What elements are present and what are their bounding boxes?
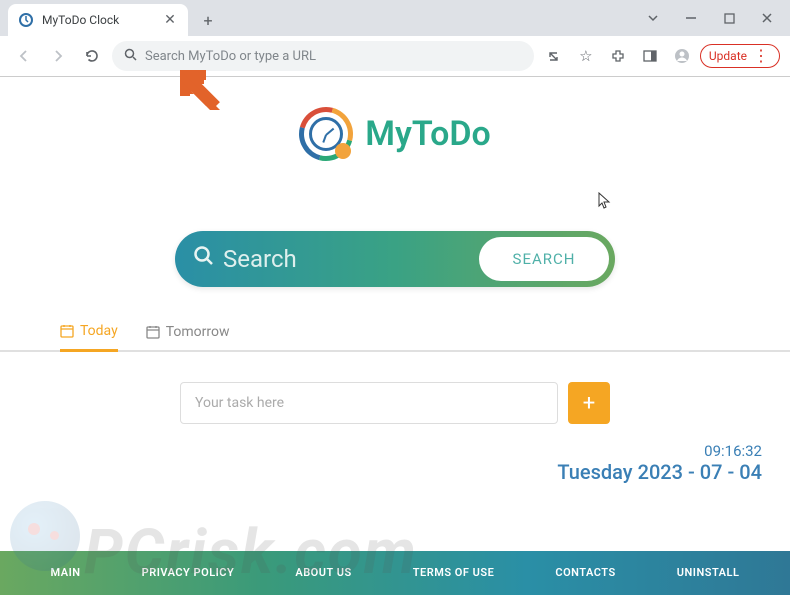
current-date: Tuesday 2023 - 07 - 04 <box>0 460 762 484</box>
maximize-icon[interactable] <box>714 6 744 30</box>
task-input[interactable] <box>180 382 558 424</box>
extensions-icon[interactable] <box>604 42 632 70</box>
sidepanel-icon[interactable] <box>636 42 664 70</box>
search-icon <box>124 48 137 65</box>
address-placeholder: Search MyToDo or type a URL <box>145 49 316 64</box>
browser-chrome: MyToDo Clock ✕ + Search MyToDo or type a… <box>0 0 790 77</box>
back-button[interactable] <box>10 42 38 70</box>
minimize-icon[interactable] <box>676 6 706 30</box>
share-icon[interactable] <box>540 42 568 70</box>
mouse-cursor-icon <box>598 192 612 214</box>
update-label: Update <box>709 49 747 63</box>
footer-privacy[interactable]: PRIVACY POLICY <box>142 566 235 579</box>
toolbar-right: ☆ Update ⋮ <box>540 42 780 70</box>
reload-button[interactable] <box>78 42 106 70</box>
address-bar[interactable]: Search MyToDo or type a URL <box>112 41 534 71</box>
window-controls <box>638 0 782 36</box>
tab-tomorrow[interactable]: Tomorrow <box>146 323 230 350</box>
bookmark-star-icon[interactable]: ☆ <box>572 42 600 70</box>
tab-title: MyToDo Clock <box>42 13 119 27</box>
search-input[interactable] <box>223 245 423 273</box>
tab-favicon <box>18 12 34 28</box>
current-time: 09:16:32 <box>0 442 762 460</box>
search-button[interactable]: SEARCH <box>479 237 609 281</box>
tab-today[interactable]: Today <box>60 323 118 352</box>
tab-close-icon[interactable]: ✕ <box>162 12 178 28</box>
browser-tab[interactable]: MyToDo Clock ✕ <box>8 4 188 36</box>
add-task-button[interactable]: + <box>568 382 610 424</box>
profile-icon[interactable] <box>668 42 696 70</box>
menu-dots-icon: ⋮ <box>753 48 769 64</box>
footer-main[interactable]: MAIN <box>51 566 81 579</box>
chevron-down-icon[interactable] <box>638 6 668 30</box>
plus-icon: + <box>583 391 595 416</box>
footer-terms[interactable]: TERMS OF USE <box>413 566 495 579</box>
close-icon[interactable] <box>752 6 782 30</box>
calendar-icon <box>146 325 160 339</box>
footer-about[interactable]: ABOUT US <box>295 566 351 579</box>
tab-today-label: Today <box>80 323 118 339</box>
calendar-icon <box>60 324 74 338</box>
tab-strip: MyToDo Clock ✕ + <box>0 0 790 36</box>
day-tabs: Today Tomorrow <box>0 323 790 352</box>
footer-uninstall[interactable]: UNINSTALL <box>677 566 740 579</box>
datetime-block: 09:16:32 Tuesday 2023 - 07 - 04 <box>0 424 790 484</box>
browser-toolbar: Search MyToDo or type a URL ☆ Update ⋮ <box>0 36 790 76</box>
forward-button[interactable] <box>44 42 72 70</box>
update-button[interactable]: Update ⋮ <box>700 44 780 68</box>
page-footer: MAIN PRIVACY POLICY ABOUT US TERMS OF US… <box>0 551 790 595</box>
search-bar: SEARCH <box>175 231 615 287</box>
tab-tomorrow-label: Tomorrow <box>166 324 230 340</box>
page-content: MyToDo SEARCH Today Tomorrow + 09:16:32 … <box>0 77 790 595</box>
footer-contacts[interactable]: CONTACTS <box>555 566 615 579</box>
new-tab-button[interactable]: + <box>194 6 222 34</box>
app-logo-icon <box>299 107 353 161</box>
task-row: + <box>180 382 610 424</box>
logo-row: MyToDo <box>0 107 790 161</box>
search-icon <box>193 245 215 273</box>
app-logo-text: MyToDo <box>365 114 491 154</box>
